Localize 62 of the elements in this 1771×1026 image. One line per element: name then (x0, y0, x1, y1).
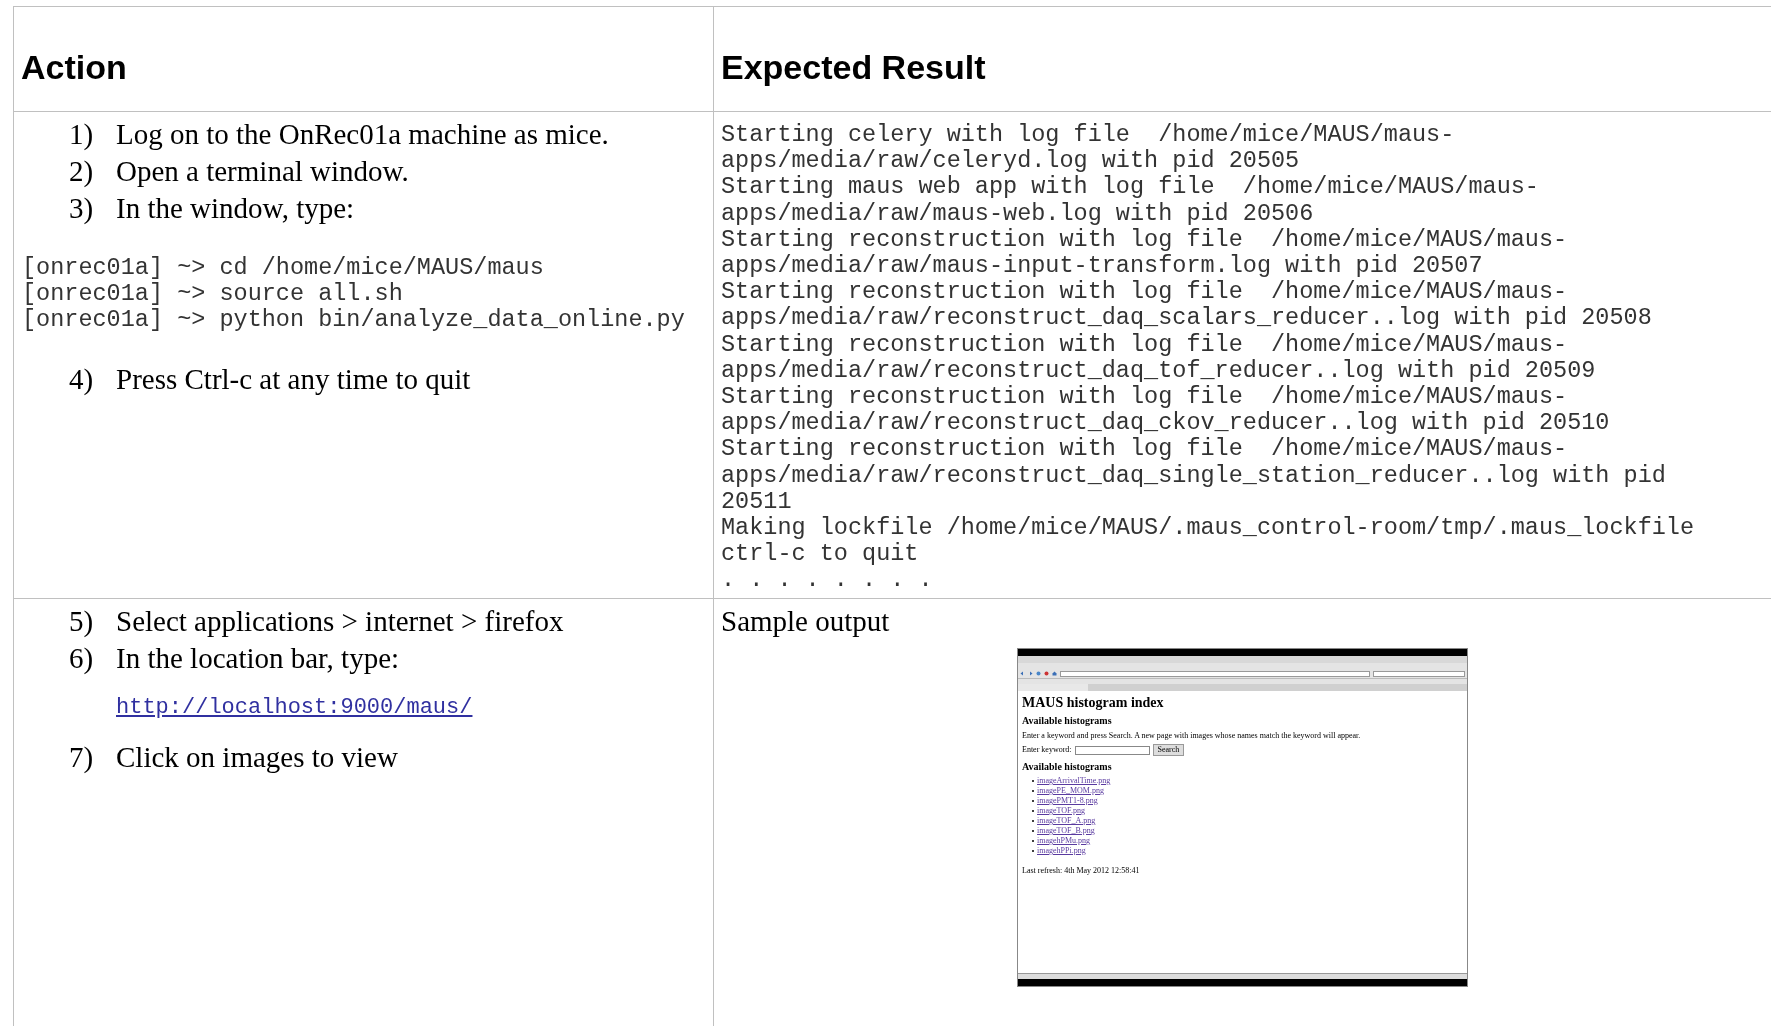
url-field[interactable] (1060, 670, 1370, 677)
search-field[interactable] (1373, 670, 1465, 677)
command-line: [onrec01a] ~> source all.sh (22, 281, 404, 307)
column-header: Expected Result (721, 48, 986, 86)
stop-icon[interactable] (1044, 671, 1049, 676)
step-number: 3) (69, 191, 95, 226)
step-text: In the window, type: (116, 191, 355, 226)
histogram-link[interactable]: imageTOF_B.png (1037, 826, 1095, 836)
output-line: Starting reconstruction with log file /home/mice/MAUS/maus- (721, 279, 1569, 306)
home-icon[interactable] (1052, 671, 1057, 676)
output-line: apps/media/raw/reconstruct_daq_tof_reducer..log with pid 20509 (721, 357, 1597, 385)
command-line: [onrec01a] ~> python bin/analyze_data_online.py (22, 307, 686, 333)
histogram-link[interactable]: imageArrivalTime.png (1037, 776, 1111, 786)
output-line: Starting celery with log file /home/mice/MAUS/maus- (721, 122, 1456, 149)
caption-text: Sample output (721, 604, 891, 639)
output-line: . . . . . . . . (721, 567, 934, 594)
page-title: MAUS histogram index (1022, 694, 1165, 711)
output-line: ctrl-c to quit (721, 541, 920, 568)
histogram-link[interactable]: imageTOF.png (1037, 806, 1085, 816)
step-number: 1) (69, 117, 95, 152)
list-heading: Available histograms (1022, 761, 1113, 773)
histogram-link[interactable]: imagehPPi.png (1037, 846, 1086, 856)
output-line: Starting maus web app with log file /home/mice/MAUS/maus- (721, 174, 1540, 201)
output-line: apps/media/raw/reconstruct_daq_single_station_reducer..log with pid (721, 462, 1667, 489)
output-line: apps/media/raw/maus-input-transform.log with pid 20507 (721, 253, 1484, 280)
output-line: Starting reconstruction with log file /home/mice/MAUS/maus- (721, 226, 1569, 253)
step-text: Log on to the OnRec01a machine as mice. (116, 117, 609, 152)
histogram-link[interactable]: imagePE_MOM.png (1037, 786, 1104, 796)
output-line: apps/media/raw/reconstruct_daq_ckov_reducer..log with pid 20510 (721, 410, 1611, 437)
url-link[interactable]: http://localhost:9000/maus/ (116, 695, 473, 720)
histogram-link[interactable]: imagePMT1-8.png (1037, 796, 1098, 806)
page-subtitle: Available histograms (1022, 715, 1113, 727)
page-intro: Enter a keyword and press Search. A new page with images whose names match the keyword will appear. (1022, 731, 1362, 741)
keyword-field[interactable] (1074, 745, 1150, 755)
step-number: 7) (69, 740, 95, 775)
step-text: Press Ctrl-c at any time to quit (116, 362, 471, 397)
keyword-label: Enter keyword: (1022, 745, 1072, 755)
output-line: apps/media/raw/reconstruct_daq_scalars_reducer..log with pid 20508 (721, 305, 1653, 332)
forward-arrow-icon[interactable] (1028, 671, 1033, 676)
output-line: apps/media/raw/celeryd.log with pid 20505 (721, 148, 1301, 175)
output-line: Starting reconstruction with log file /home/mice/MAUS/maus- (721, 384, 1569, 411)
step-text: Open a terminal window. (116, 154, 409, 189)
step-number: 2) (69, 154, 95, 189)
output-line: 20511 (721, 488, 793, 516)
step-text: In the location bar, type: (116, 641, 400, 676)
output-line: Starting reconstruction with log file /home/mice/MAUS/maus- (721, 331, 1569, 358)
search-button[interactable]: Search (1152, 744, 1185, 756)
step-number: 6) (69, 641, 95, 676)
step-text: Click on images to view (116, 740, 398, 775)
refresh-text: Last refresh: 4th May 2012 12:58:41 (1022, 866, 1141, 876)
output-line: Starting reconstruction with log file /home/mice/MAUS/maus- (721, 436, 1569, 463)
column-header: Action (21, 48, 127, 86)
step-number: 5) (69, 604, 95, 639)
reload-icon[interactable] (1036, 671, 1041, 676)
step-number: 4) (69, 362, 95, 397)
back-arrow-icon[interactable] (1020, 671, 1025, 676)
histogram-link[interactable]: imageTOF_A.png (1037, 816, 1096, 826)
output-line: apps/media/raw/maus-web.log with pid 20506 (721, 200, 1315, 227)
step-text: Select applications > internet > firefox (116, 604, 564, 639)
command-line: [onrec01a] ~> cd /home/mice/MAUS/maus (22, 255, 545, 281)
histogram-link[interactable]: imagehPMu.png (1037, 836, 1091, 846)
output-line: Making lockfile /home/mice/MAUS/.maus_control-room/tmp/.maus_lockfile (721, 515, 1696, 542)
